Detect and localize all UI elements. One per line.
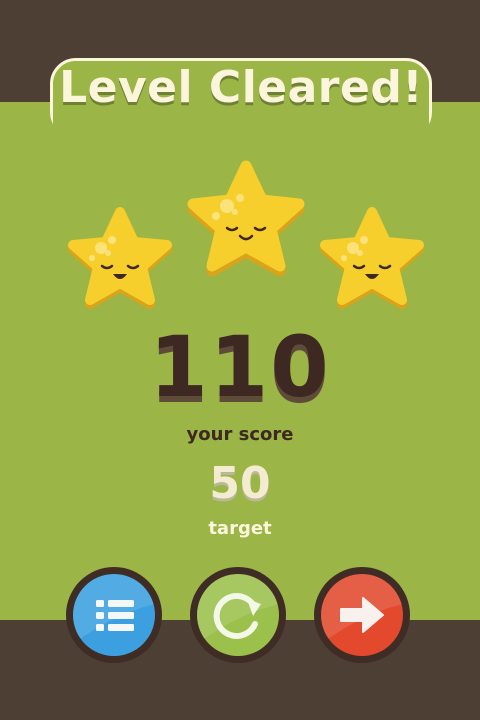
menu-button[interactable]: [66, 567, 162, 663]
star-icon-right: [320, 207, 424, 309]
arrow-right-icon: [340, 597, 384, 633]
score-value: 110: [149, 318, 331, 416]
target-value: 50: [209, 458, 271, 509]
star-icon-left: [68, 207, 172, 309]
level-cleared-title: Level Cleared!: [59, 62, 423, 113]
target-label: target: [208, 518, 272, 539]
score-label: your score: [186, 424, 294, 445]
replay-button[interactable]: [190, 567, 286, 663]
next-button[interactable]: [314, 567, 410, 663]
replay-icon: [213, 593, 261, 639]
star-icon-center: [187, 160, 305, 277]
list-icon: [96, 600, 134, 631]
